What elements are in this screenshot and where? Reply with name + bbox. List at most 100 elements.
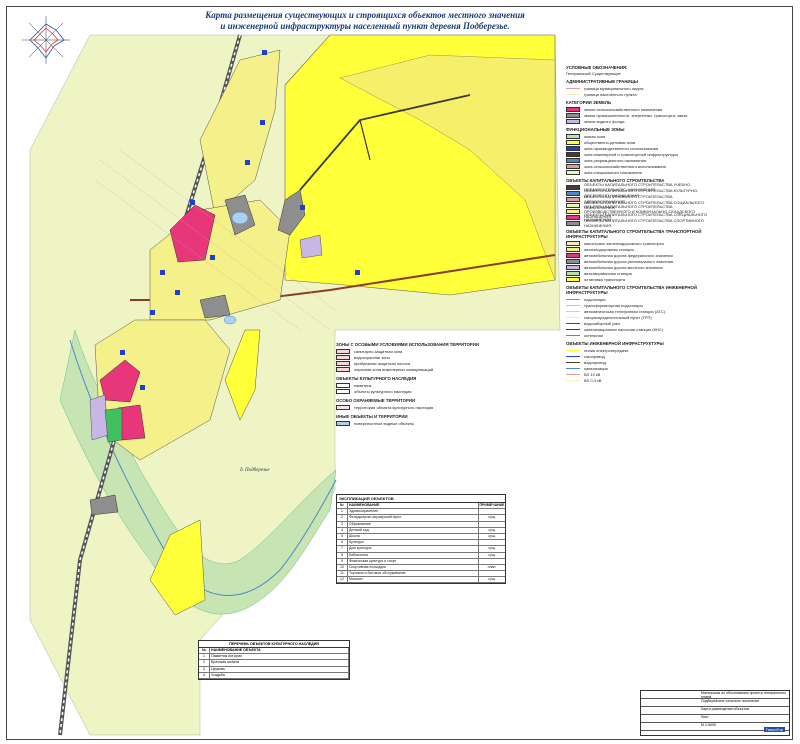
table-cell: план. (487, 564, 497, 569)
legend-swatch (566, 196, 580, 202)
zones-legend: ЗОНЫ С ОСОБЫМИ УСЛОВИЯМИ ИСПОЛЬЗОВАНИЯ Т… (336, 338, 541, 426)
map-marker[interactable] (262, 50, 267, 55)
table-cell: № (337, 503, 348, 509)
legend-item-label: ВЛ 10 кВ (584, 371, 601, 377)
map-marker[interactable] (355, 270, 360, 275)
zones-items: санитарно-защитная зона водоохранная зона… (336, 348, 541, 372)
stamp-row: Лист (641, 715, 789, 723)
table-cell: 1 (199, 654, 210, 660)
table-cell: Физическая культура и спорт (348, 558, 479, 564)
legend-item-label: зона инженерной и транспортной инфрастру… (584, 151, 679, 157)
table-cell: 5 (337, 533, 348, 540)
table-cell: Библиотека (348, 552, 479, 558)
legend-item-label: жилая зона (584, 133, 606, 139)
table-cell: Магазин (348, 577, 479, 583)
map-marker[interactable] (190, 200, 195, 205)
legend-swatch (566, 240, 580, 246)
legend-header: УСЛОВНЫЕ ОБОЗНАЧЕНИЯ: (566, 65, 628, 70)
title-line-1: Карта размещения существующих и строящих… (205, 10, 525, 20)
table-cell: НАИМЕНОВАНИЕ ОБЪЕКТА (210, 648, 349, 654)
table-cell: 6 (337, 540, 348, 546)
map-marker[interactable] (150, 310, 155, 315)
legend-item-label: земли сельскохозяйственного назначения (584, 106, 663, 112)
legend-item-label: водозаборный узел (584, 320, 621, 326)
stamp-row: Материалы по обоснованию проекта генерал… (641, 691, 789, 699)
table-row: 12 Магазин сущ. (337, 577, 505, 584)
legend-item: зона специального назначения (566, 169, 714, 175)
company-badge: ГипроГор (763, 727, 785, 732)
zones-title: ЗОНЫ С ОСОБЫМИ УСЛОВИЯМИ ИСПОЛЬЗОВАНИЯ Т… (336, 342, 479, 347)
table-cell: 3 (337, 521, 348, 527)
map-marker[interactable] (260, 120, 265, 125)
legend-item: остановка транспорта (566, 276, 714, 282)
legend-swatch (336, 382, 350, 388)
legend-item-label: трансформаторная подстанция (584, 302, 643, 308)
protected-items: территория объекта культурного наследия (336, 404, 541, 410)
legend-swatch (566, 112, 580, 118)
legend-panel: УСЛОВНЫЕ ОБОЗНАЧЕНИЯ: Генеральный Сущест… (566, 62, 714, 383)
table-cell: сущ. (488, 577, 496, 582)
legend-item-label: железнодорожная станция (584, 246, 634, 252)
legend-item-label: общественно-деловая зона (584, 139, 636, 145)
map-marker[interactable] (210, 255, 215, 260)
legend-item-label: остановка транспорта (584, 276, 625, 282)
legend-swatch (566, 151, 580, 157)
legend-item-label: магистраль железнодорожного транспорта (584, 240, 664, 246)
table-cell: 8 (337, 552, 348, 558)
legend-swatch (566, 373, 580, 375)
legend-swatch (336, 360, 350, 366)
table-cell: Церковь (210, 666, 349, 672)
legend-item-label: охранная зона инженерных коммуникаций (354, 366, 434, 372)
legend-item-label: зона рекреационного назначения (584, 157, 647, 163)
other-items: поверхностные водные объекты (336, 420, 541, 426)
legend-swatch (336, 420, 350, 426)
heritage-title: ОБЪЕКТЫ КУЛЬТУРНОГО НАСЛЕДИЯ (336, 376, 417, 381)
table-cell: 4 (199, 672, 210, 678)
legend-swatch (566, 334, 580, 336)
legend-swatch (566, 316, 580, 318)
legend-item: поверхностные водные объекты (336, 420, 541, 426)
legend-swatch (566, 184, 580, 190)
map-marker[interactable] (140, 385, 145, 390)
legend-swatch (566, 133, 580, 139)
legend-item-label: санитарно-защитная зона (354, 348, 403, 354)
legend-item-label: зона специального назначения (584, 169, 642, 175)
legend-section-title: ОБЪЕКТЫ ИНЖЕНЕРНОЙ ИНФРАСТРУКТУРЫ (566, 341, 664, 346)
other-title: ИНЫЕ ОБЪЕКТЫ И ТЕРРИТОРИИ (336, 414, 408, 419)
map-marker[interactable] (300, 205, 305, 210)
map-marker[interactable] (245, 160, 250, 165)
legend-item-label: граница населенного пункта (584, 91, 637, 97)
legend-item-label: водоохранная зона (354, 354, 390, 360)
legend-swatch (566, 139, 580, 145)
legend-item-label: автомобильная дорога регионального значе… (584, 258, 674, 264)
pond-2 (223, 315, 237, 325)
legend-subheader: Генеральный Существующее (566, 71, 621, 76)
objects-table: ЭКСПЛИКАЦИЯ ОБЪЕКТОВ № НАИМЕНОВАНИЕ ПРИМЕЧ… (336, 494, 506, 585)
table-cell: Спортивная площадка (348, 564, 479, 571)
table-cell: Торговля и бытовое обслуживание (348, 571, 479, 577)
legend-item-label: котельная (584, 332, 603, 338)
table-cell: Фельдшерско-акушерский пункт (348, 515, 479, 521)
legend-item-label: зона сельскохозяйственного использования (584, 163, 666, 169)
objects-table-title: ЭКСПЛИКАЦИЯ ОБЪЕКТОВ (337, 495, 505, 503)
title-block-stamp: Материалы по обоснованию проекта генерал… (640, 690, 790, 736)
recreation-zone-1 (104, 407, 123, 443)
table-cell (479, 559, 505, 564)
objects-rows: № НАИМЕНОВАНИЕ ПРИМЕЧАНИЕ 1 Здравоохранение 2… (337, 503, 505, 584)
culture-rows: № НАИМЕНОВАНИЕ ОБЪЕКТА 1 Памятник истории 2 Б… (199, 648, 349, 679)
legend-item-label: автомобильная дорога местного значения (584, 264, 663, 270)
table-cell (479, 509, 505, 514)
legend-item-label: земли промышленности, энергетики, трансп… (584, 112, 688, 118)
map-marker[interactable] (120, 350, 125, 355)
map-marker[interactable] (160, 270, 165, 275)
legend-item-label: земли водного фонда (584, 118, 625, 124)
table-cell: сущ. (488, 533, 496, 538)
map-marker[interactable] (175, 290, 180, 295)
legend-swatch (566, 145, 580, 151)
legend-item-label: граница муниципального округа (584, 85, 644, 91)
legend-item-label: автоматическая телефонная станция (АТС) (584, 308, 666, 314)
table-cell: Детский сад (348, 527, 479, 533)
legend-swatch (566, 246, 580, 252)
legend-swatch (566, 322, 580, 324)
legend-section-title: ОБЪЕКТЫ КАПИТАЛЬНОГО СТРОИТЕЛЬСТВА ИНЖЕН… (566, 285, 697, 295)
